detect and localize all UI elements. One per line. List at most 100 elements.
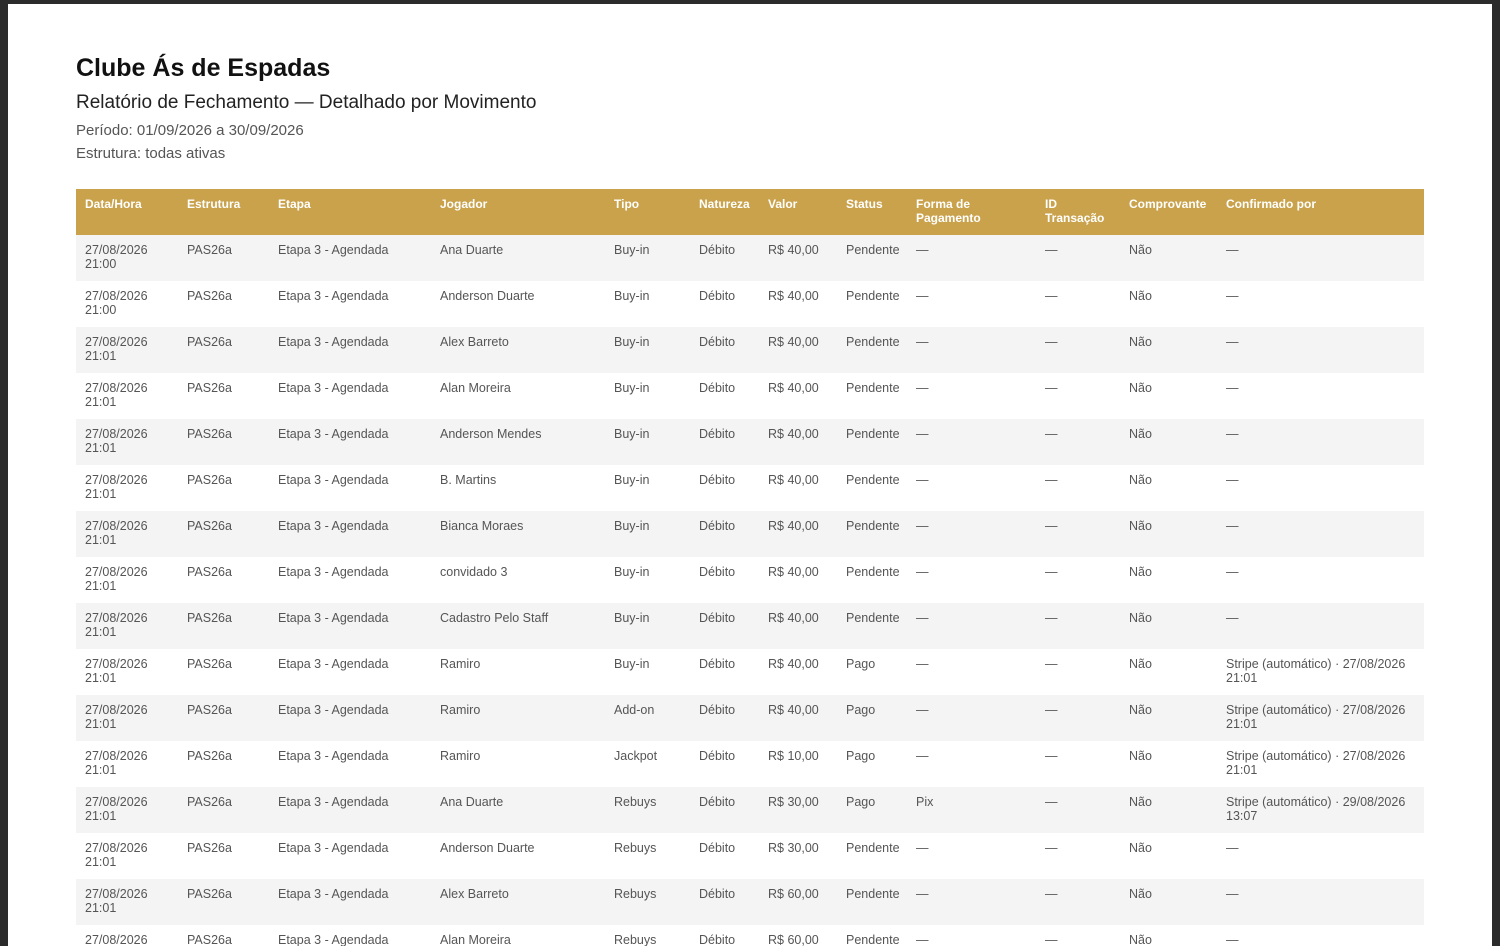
col-estrutura-cell: PAS26a [178,327,269,373]
col-jogador-cell: Anderson Mendes [431,419,605,465]
movements-table: Data/Hora Estrutura Etapa Jogador Tipo Nature… [76,189,1424,946]
col-tipo-cell: Rebuys [605,925,690,946]
col-status-cell: Pendente [837,465,907,511]
col-tipo-cell: Buy-in [605,557,690,603]
col-comprovante-cell: Não [1120,511,1217,557]
col-data-hora-cell: 27/08/2026 21:01 [76,787,178,833]
table-row: 27/08/2026 21:01 PAS26a Etapa 3 - Agendada… [76,373,1424,419]
col-data-hora-cell: 27/08/2026 21:01 [76,695,178,741]
col-estrutura-cell: PAS26a [178,603,269,649]
col-data-hora-cell: 27/08/2026 21:01 [76,419,178,465]
col-data-hora-cell: 27/08/2026 21:01 [76,373,178,419]
col-id-transacao-cell: — [1036,879,1120,925]
col-id-transacao-cell: — [1036,419,1120,465]
col-id-transacao-cell: — [1036,649,1120,695]
col-forma-pagamento-cell: — [907,695,1036,741]
col-estrutura-cell: PAS26a [178,649,269,695]
col-status-cell: Pendente [837,419,907,465]
col-forma-pagamento-cell: — [907,419,1036,465]
col-comprovante-cell: Não [1120,649,1217,695]
col-comprovante-cell: Não [1120,925,1217,946]
table-row: 27/08/2026 PAS26a Etapa 3 - Agendada Alan M… [76,925,1424,946]
col-id-transacao-cell: — [1036,787,1120,833]
col-confirmado-por-header: Confirmado por [1217,189,1424,235]
col-estrutura-cell: PAS26a [178,925,269,946]
table-row: 27/08/2026 21:01 PAS26a Etapa 3 - Agendada… [76,695,1424,741]
col-valor-header: Valor [759,189,837,235]
col-forma-pagamento-cell: — [907,649,1036,695]
col-natureza-cell: Débito [690,925,759,946]
col-forma-pagamento-cell: — [907,373,1036,419]
col-comprovante-header: Comprovante [1120,189,1217,235]
col-id-transacao-cell: — [1036,695,1120,741]
col-comprovante-cell: Não [1120,879,1217,925]
col-jogador-cell: Ana Duarte [431,235,605,281]
col-valor-cell: R$ 40,00 [759,327,837,373]
col-status-cell: Pendente [837,557,907,603]
col-forma-pagamento-cell: — [907,833,1036,879]
col-estrutura-cell: PAS26a [178,419,269,465]
col-id-transacao-cell: — [1036,281,1120,327]
col-status-cell: Pendente [837,511,907,557]
col-id-transacao-cell: — [1036,327,1120,373]
col-estrutura-cell: PAS26a [178,833,269,879]
col-etapa-cell: Etapa 3 - Agendada [269,235,431,281]
col-etapa-cell: Etapa 3 - Agendada [269,373,431,419]
report-period: Período: 01/09/2026 a 30/09/2026 [76,122,304,139]
col-valor-cell: R$ 40,00 [759,235,837,281]
col-confirmado-por-cell: — [1217,235,1424,281]
col-estrutura-cell: PAS26a [178,557,269,603]
col-status-cell: Pendente [837,603,907,649]
col-comprovante-cell: Não [1120,695,1217,741]
col-id-transacao-cell: — [1036,925,1120,946]
col-comprovante-cell: Não [1120,327,1217,373]
col-confirmado-por-cell: — [1217,603,1424,649]
report-title: Clube Ás de Espadas [76,54,331,82]
table-header-row: Data/Hora Estrutura Etapa Jogador Tipo Nature… [76,189,1424,235]
col-etapa-cell: Etapa 3 - Agendada [269,327,431,373]
col-comprovante-cell: Não [1120,741,1217,787]
col-estrutura-header: Estrutura [178,189,269,235]
col-confirmado-por-cell: Stripe (automático) · 27/08/2026 21:01 [1217,695,1424,741]
col-confirmado-por-cell: Stripe (automático) · 27/08/2026 21:01 [1217,741,1424,787]
col-etapa-cell: Etapa 3 - Agendada [269,603,431,649]
col-status-cell: Pago [837,787,907,833]
col-id-transacao-cell: — [1036,603,1120,649]
col-jogador-header: Jogador [431,189,605,235]
col-comprovante-cell: Não [1120,833,1217,879]
col-confirmado-por-cell: — [1217,373,1424,419]
col-estrutura-cell: PAS26a [178,373,269,419]
col-comprovante-cell: Não [1120,603,1217,649]
col-estrutura-cell: PAS26a [178,281,269,327]
col-forma-pagamento-cell: — [907,879,1036,925]
col-tipo-cell: Rebuys [605,787,690,833]
col-natureza-cell: Débito [690,327,759,373]
col-data-hora-header: Data/Hora [76,189,178,235]
col-natureza-cell: Débito [690,879,759,925]
col-jogador-cell: B. Martins [431,465,605,511]
col-valor-cell: R$ 60,00 [759,879,837,925]
col-confirmado-por-cell: — [1217,511,1424,557]
col-valor-cell: R$ 40,00 [759,281,837,327]
table-row: 27/08/2026 21:01 PAS26a Etapa 3 - Agendada… [76,649,1424,695]
col-natureza-cell: Débito [690,373,759,419]
col-jogador-cell: Ramiro [431,741,605,787]
col-valor-cell: R$ 40,00 [759,419,837,465]
table-row: 27/08/2026 21:01 PAS26a Etapa 3 - Agendada… [76,327,1424,373]
table-row: 27/08/2026 21:01 PAS26a Etapa 3 - Agendada… [76,787,1424,833]
col-valor-cell: R$ 40,00 [759,649,837,695]
col-id-transacao-cell: — [1036,833,1120,879]
col-status-cell: Pendente [837,281,907,327]
col-valor-cell: R$ 30,00 [759,787,837,833]
col-jogador-cell: Alex Barreto [431,879,605,925]
col-confirmado-por-cell: — [1217,327,1424,373]
col-jogador-cell: Alex Barreto [431,327,605,373]
col-status-cell: Pendente [837,373,907,419]
col-jogador-cell: Ramiro [431,695,605,741]
col-data-hora-cell: 27/08/2026 21:01 [76,741,178,787]
col-data-hora-cell: 27/08/2026 21:01 [76,465,178,511]
col-status-cell: Pago [837,649,907,695]
col-confirmado-por-cell: — [1217,557,1424,603]
col-comprovante-cell: Não [1120,465,1217,511]
col-data-hora-cell: 27/08/2026 21:01 [76,833,178,879]
